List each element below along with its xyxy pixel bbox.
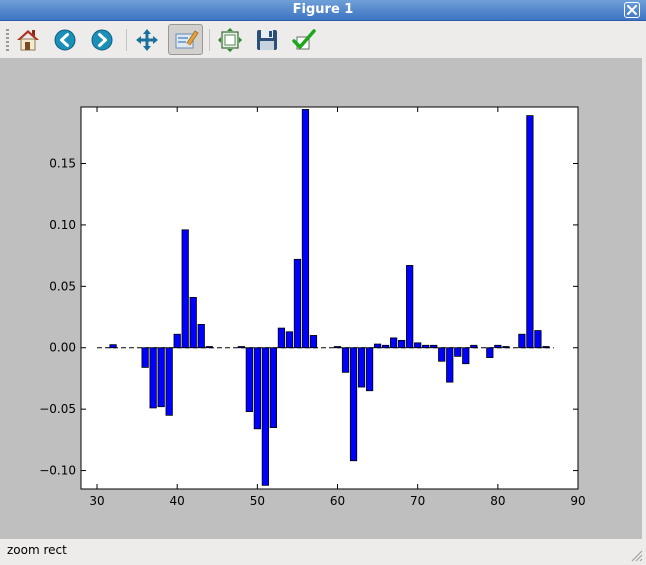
bar [390,337,398,349]
y-tick-label: −0.05 [39,402,76,416]
bar [141,347,149,368]
close-icon [627,5,637,15]
bar [406,265,414,349]
bar [454,347,462,357]
toolbar-grip[interactable] [6,29,9,51]
home-icon [17,29,39,50]
y-tick-label: 0.15 [49,157,76,171]
bar [165,347,173,416]
bar [277,327,286,349]
title-bar: Figure 1 [0,0,646,21]
arrow-left-icon [54,29,76,50]
bar [446,347,454,383]
x-tick-label: 50 [250,494,265,508]
subplots-button[interactable] [214,24,246,55]
bar [189,296,197,349]
x-tick-label: 80 [490,494,505,508]
resize-grip-icon[interactable] [629,548,643,562]
bar [285,331,294,349]
edit-button[interactable] [288,24,320,55]
y-tick-label: 0.05 [49,279,76,293]
figure-canvas[interactable]: 30 40 50 60 70 80 90 −0.10 −0.05 0.00 0.05 0.10 0.15 [0,58,642,539]
move-icon [136,28,158,51]
bar [293,258,302,349]
bar [462,347,470,365]
floppy-disk-icon [257,29,277,50]
back-button[interactable] [49,24,81,55]
x-tick-label: 60 [330,494,345,508]
y-tick-label: 0.10 [49,218,76,232]
save-button[interactable] [251,24,283,55]
plot-area [81,107,578,489]
status-text: zoom rect [7,543,67,557]
bar [301,109,310,349]
window-title: Figure 1 [292,2,354,17]
toolbar-separator [209,29,210,51]
bar [438,347,446,362]
home-button[interactable] [12,24,44,55]
bar [245,347,253,413]
bar [341,347,350,373]
bar [398,339,406,349]
arrow-right-icon [91,29,113,50]
bar [173,333,181,349]
bar [526,115,534,349]
bar [349,347,358,462]
x-tick-label: 40 [170,494,185,508]
toolbar [0,21,646,58]
bar [197,324,205,349]
bar-chart[interactable]: 30 40 50 60 70 80 90 −0.10 −0.05 0.00 0.05 0.10 0.15 [0,58,642,539]
bar [181,229,189,349]
bar [261,347,269,486]
checkmark-icon [292,28,316,49]
bar [309,335,318,349]
x-tick-label: 70 [410,494,425,508]
bar [149,347,157,409]
zoom-button[interactable] [168,24,203,55]
bar [157,347,165,408]
bar [357,347,366,388]
bar [414,342,422,349]
toolbar-separator [126,29,127,51]
bar [534,330,542,349]
status-bar: zoom rect [0,540,646,565]
y-tick-label: −0.10 [39,464,76,478]
bar [365,347,374,392]
bar [269,347,277,428]
x-tick-label: 90 [570,494,585,508]
zoom-rect-icon [175,29,199,48]
bar [253,347,261,430]
subplots-icon [218,27,242,52]
bar [373,343,382,349]
x-tick-label: 30 [89,494,104,508]
y-tick-label: 0.00 [49,341,76,355]
close-button[interactable] [624,2,640,18]
pan-button[interactable] [131,24,163,55]
bar [486,347,494,358]
bar [518,333,526,349]
forward-button[interactable] [86,24,118,55]
